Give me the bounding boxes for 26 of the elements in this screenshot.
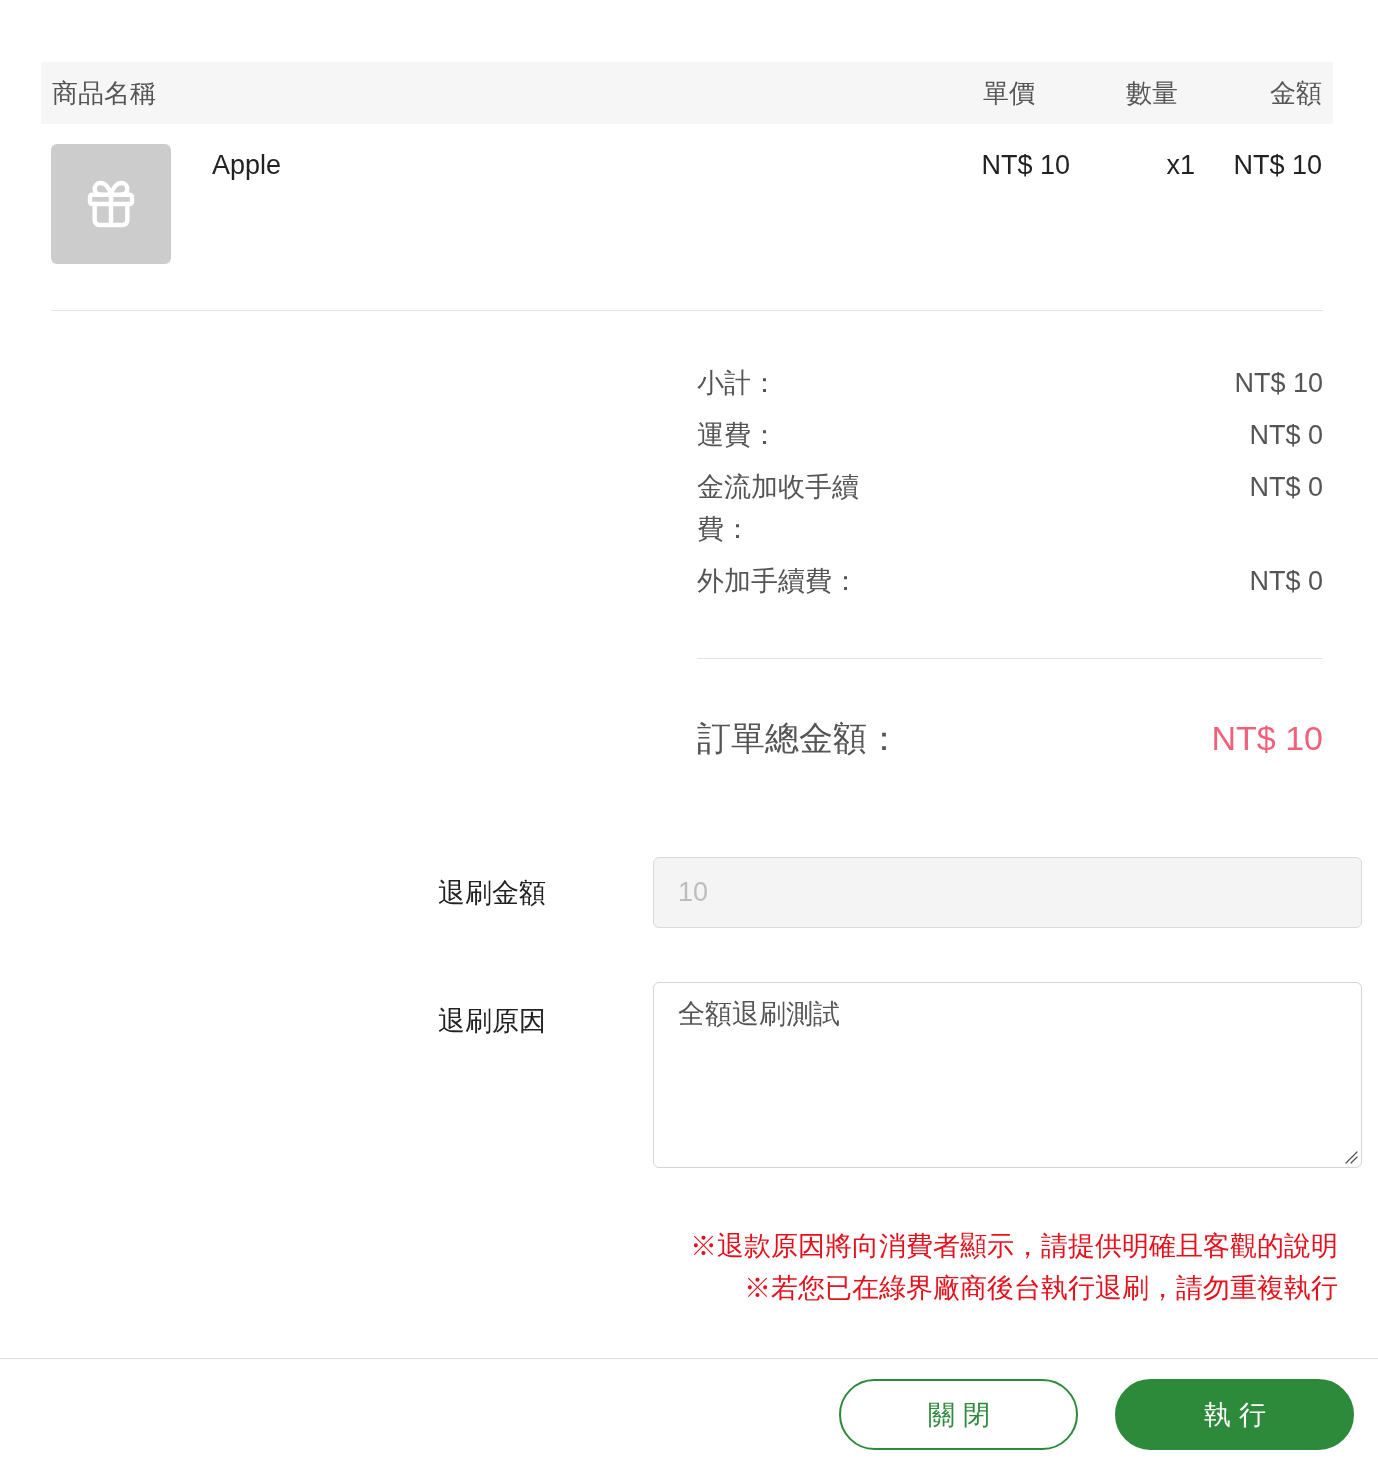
summary-label: 運費： [697,419,779,452]
summary-label: 外加手續費： [697,565,860,598]
product-name: Apple [212,149,282,182]
summary-value: NT$ 0 [1249,471,1323,504]
refund-reason-label: 退刷原因 [438,1005,547,1038]
warning-note: ※退款原因將向消費者顯示，請提供明確且客觀的說明 [690,1230,1338,1263]
column-header: 金額 [1269,77,1323,110]
order-total-label: 訂單總金額： [697,718,901,759]
resize-handle-icon[interactable] [1345,1151,1358,1164]
unit-price: NT$ 10 [980,149,1071,182]
column-header: 商品名稱 [51,77,157,110]
summary-label: 金流加收手續費： [697,471,860,546]
warning-note: ※若您已在綠界廠商後台執行退刷，請勿重複執行 [744,1272,1338,1305]
column-header: 數量 [1125,77,1179,110]
summary-value: NT$ 10 [1234,367,1323,400]
refund-reason-textarea[interactable]: 全額退刷測試 [653,982,1362,1168]
summary-label: 小計： [697,367,779,400]
summary-value: NT$ 0 [1249,565,1323,598]
order-total-value: NT$ 10 [1211,718,1323,759]
execute-button[interactable]: 執行 [1115,1379,1354,1450]
line-amount: NT$ 10 [1232,149,1323,182]
quantity: x1 [1165,149,1196,182]
close-button[interactable]: 關閉 [839,1379,1078,1450]
column-header: 單價 [982,77,1036,110]
refund-amount-label: 退刷金額 [438,876,547,910]
summary-value: NT$ 0 [1249,419,1323,452]
